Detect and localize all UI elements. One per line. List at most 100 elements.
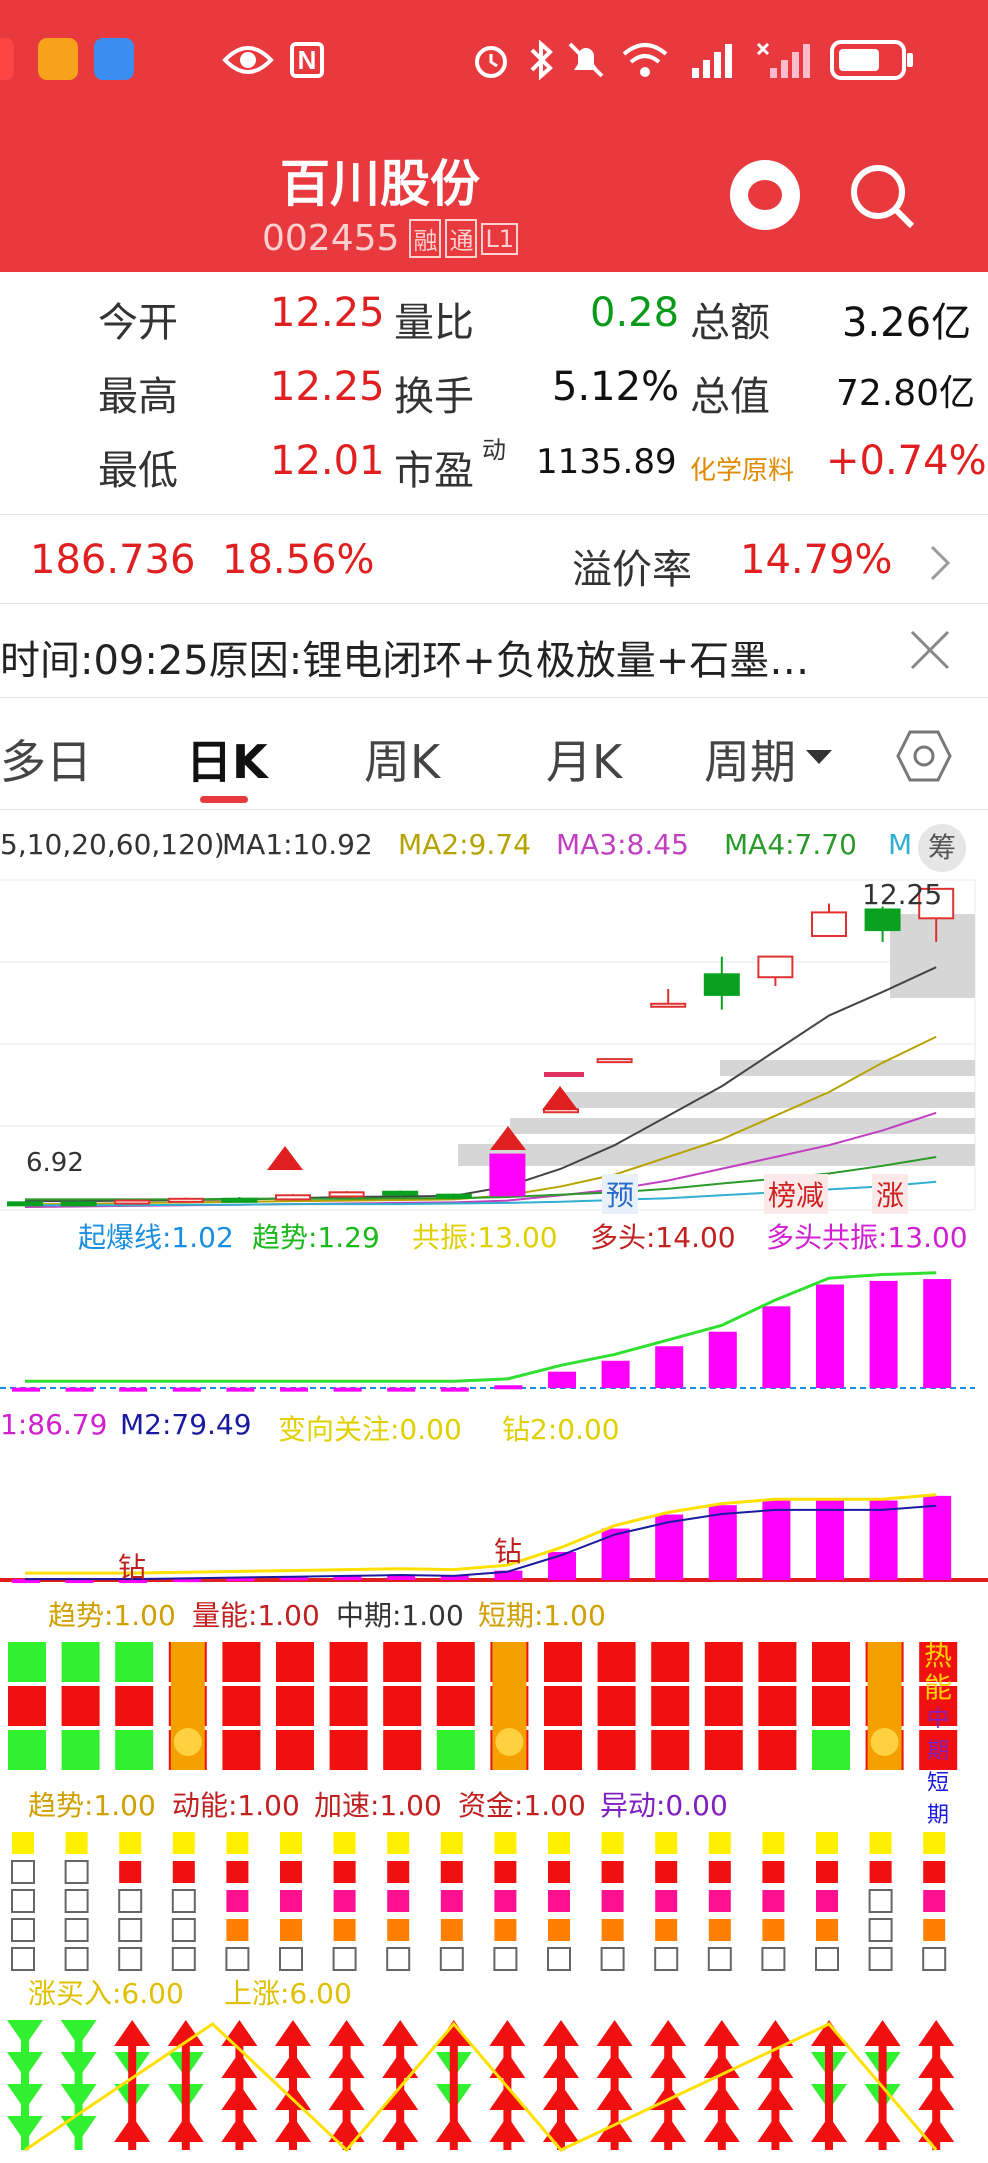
ind4-square bbox=[226, 1861, 249, 1883]
ind4-square bbox=[64, 1860, 89, 1884]
ind3-cell bbox=[383, 1730, 422, 1770]
ind2-d: 钻2:0.00 bbox=[502, 1413, 620, 1446]
ind4-d: 资金:1.00 bbox=[458, 1789, 586, 1822]
ind3-cell bbox=[276, 1642, 314, 1682]
mascot-icon[interactable] bbox=[730, 160, 800, 230]
conv-ratio: 18.56% bbox=[222, 537, 375, 583]
ind1-a: 起爆线:1.02 bbox=[78, 1221, 234, 1254]
ind4-square bbox=[333, 1919, 356, 1941]
ind4-square bbox=[601, 1890, 624, 1912]
quote-value-v2-row0: 0.28 bbox=[590, 290, 680, 336]
ind3-cell bbox=[704, 1730, 743, 1770]
ind3-cell bbox=[436, 1730, 475, 1770]
tab-month-k[interactable]: 月K bbox=[546, 726, 622, 792]
ind1-bar bbox=[762, 1306, 791, 1388]
ind3-cell bbox=[8, 1730, 46, 1770]
ind4-square bbox=[494, 1919, 517, 1941]
ind4-square bbox=[816, 1832, 838, 1854]
chevron-down-icon[interactable] bbox=[806, 750, 832, 766]
ind4-square bbox=[548, 1861, 570, 1883]
ind4-square bbox=[387, 1890, 410, 1912]
alarm-icon bbox=[475, 46, 507, 78]
battery-icon bbox=[830, 40, 913, 80]
ind4-a: 趋势:1.00 bbox=[28, 1789, 156, 1822]
settings-hex-icon[interactable] bbox=[896, 728, 952, 784]
ind4-square bbox=[762, 1832, 785, 1854]
ind4-square bbox=[816, 1890, 838, 1912]
ind4-square bbox=[440, 1919, 463, 1941]
ind3-cell bbox=[812, 1686, 850, 1726]
ind3-cell bbox=[651, 1686, 690, 1726]
period-tabs: 多日 日K 周K 月K 周期 bbox=[0, 700, 988, 810]
ind5-stem bbox=[610, 2028, 619, 2150]
ind3-cell bbox=[115, 1686, 154, 1726]
ind5-stem bbox=[21, 2028, 29, 2150]
quote-label-l2-row1: 换手 bbox=[394, 374, 474, 420]
ind4-square bbox=[279, 1947, 303, 1971]
ind3-cell bbox=[544, 1686, 582, 1726]
quote-value-v1-row0: 12.25 bbox=[270, 290, 385, 336]
chevron-right-icon[interactable] bbox=[928, 543, 952, 583]
tab-period[interactable]: 周期 bbox=[704, 726, 796, 792]
ind4-square bbox=[12, 1832, 34, 1854]
ind1-bar bbox=[655, 1346, 684, 1388]
ind5-stem bbox=[289, 2028, 297, 2150]
ind4-square bbox=[708, 1832, 731, 1854]
tab-week-k[interactable]: 周K bbox=[364, 726, 440, 792]
kline-chart-area[interactable] bbox=[0, 870, 988, 2163]
ind4-square bbox=[494, 1832, 517, 1854]
ind4-square bbox=[171, 1918, 196, 1942]
ind5-stem bbox=[717, 2028, 726, 2150]
chip-distribution-bar bbox=[560, 1092, 975, 1108]
notice-bar[interactable]: 时间:09:25原因:锂电闭环+负极放量+石墨… bbox=[0, 606, 988, 698]
app-icon-3 bbox=[94, 38, 134, 80]
ind4-square bbox=[387, 1919, 410, 1941]
ind4-square bbox=[387, 1832, 410, 1854]
mute-icon bbox=[568, 42, 604, 78]
ind4-square bbox=[868, 1889, 893, 1913]
stock-header: 百川股份 002455 融 通 L1 bbox=[0, 130, 988, 272]
ind4-square bbox=[119, 1861, 142, 1883]
search-icon[interactable] bbox=[848, 162, 918, 232]
tag-rise[interactable]: 涨 bbox=[872, 1174, 909, 1214]
ma-params: 5,10,20,60,120) bbox=[0, 828, 225, 861]
stock-code-row: 002455 融 通 L1 bbox=[262, 218, 519, 259]
ind4-square bbox=[440, 1890, 463, 1912]
candle-body bbox=[114, 1199, 151, 1205]
ind4-square bbox=[707, 1947, 732, 1971]
nfc-icon: N bbox=[290, 42, 324, 78]
candle-body bbox=[275, 1194, 311, 1201]
ind4-square bbox=[655, 1832, 678, 1854]
ind5-zigzag-line bbox=[24, 2021, 938, 2153]
ind4-square bbox=[333, 1861, 356, 1883]
premium-row[interactable]: 186.736 18.56% 溢价率 14.79% bbox=[0, 514, 988, 604]
close-icon[interactable] bbox=[908, 628, 952, 672]
tab-active-indicator bbox=[200, 796, 248, 803]
tab-day-k[interactable]: 日K bbox=[186, 726, 268, 792]
ind5-stem bbox=[449, 2028, 458, 2150]
ind4-square bbox=[493, 1947, 518, 1971]
candle-body bbox=[596, 1058, 633, 1064]
tag-forecast[interactable]: 预 bbox=[602, 1174, 639, 1214]
ind3-cell bbox=[383, 1642, 422, 1682]
tab-multiday[interactable]: 多日 bbox=[0, 726, 92, 792]
ind1-b: 趋势:1.29 bbox=[252, 1221, 380, 1254]
ind3-cell bbox=[597, 1730, 636, 1770]
ind3-cell bbox=[597, 1642, 636, 1682]
ind4-square bbox=[601, 1832, 624, 1854]
quote-value-v3-row0: 3.26亿 bbox=[842, 300, 972, 346]
premium-label: 溢价率 bbox=[572, 547, 692, 593]
chip-button[interactable]: 筹 bbox=[918, 824, 966, 872]
ind4-square bbox=[494, 1861, 517, 1883]
ind3-cell bbox=[436, 1642, 475, 1682]
ind4-square bbox=[708, 1890, 731, 1912]
ind1-bar bbox=[119, 1387, 148, 1392]
ma-legend: 5,10,20,60,120) MA1:10.92 MA2:9.74 MA3:8… bbox=[0, 824, 988, 872]
tag-list-reduce[interactable]: 榜减 bbox=[764, 1174, 829, 1214]
ind4-square bbox=[332, 1947, 357, 1971]
ind3-cell bbox=[704, 1642, 743, 1682]
ind3-cell bbox=[383, 1686, 422, 1726]
ind4-square bbox=[923, 1919, 946, 1941]
app-icon-1 bbox=[0, 38, 14, 80]
ind4-square bbox=[225, 1947, 250, 1971]
